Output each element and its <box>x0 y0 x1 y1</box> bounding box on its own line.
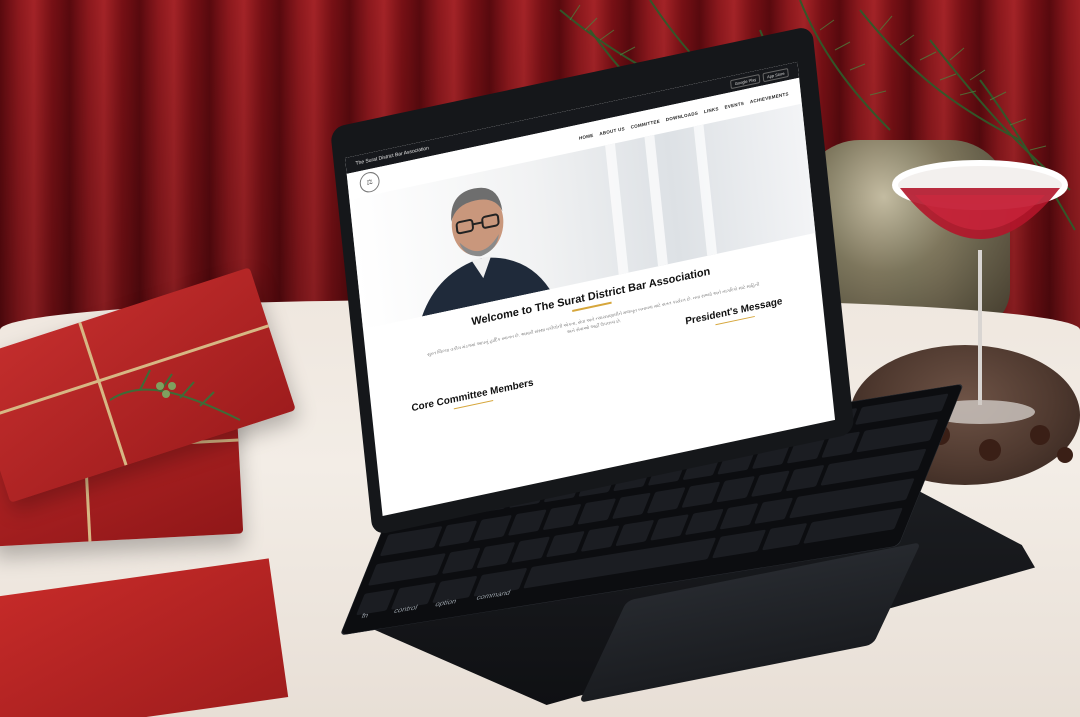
nav-downloads[interactable]: DOWNLOADS <box>666 110 699 122</box>
nav-achievements[interactable]: ACHIEVEMENTS <box>750 91 789 104</box>
nav-links[interactable]: LINKS <box>704 106 719 114</box>
president-portrait <box>421 187 550 317</box>
nav-about-us[interactable]: ABOUT US <box>599 126 625 136</box>
nav-home[interactable]: HOME <box>579 132 594 140</box>
committee-heading: Core Committee Members <box>410 376 534 414</box>
nav-committee[interactable]: COMMITTEE <box>630 118 660 129</box>
bar-association-logo-icon[interactable]: ⚖ <box>358 170 381 195</box>
scene: esc command option control fn The Surat … <box>0 0 1080 717</box>
juniper-sprig <box>109 369 241 421</box>
nav-events[interactable]: EVENTS <box>724 100 744 109</box>
